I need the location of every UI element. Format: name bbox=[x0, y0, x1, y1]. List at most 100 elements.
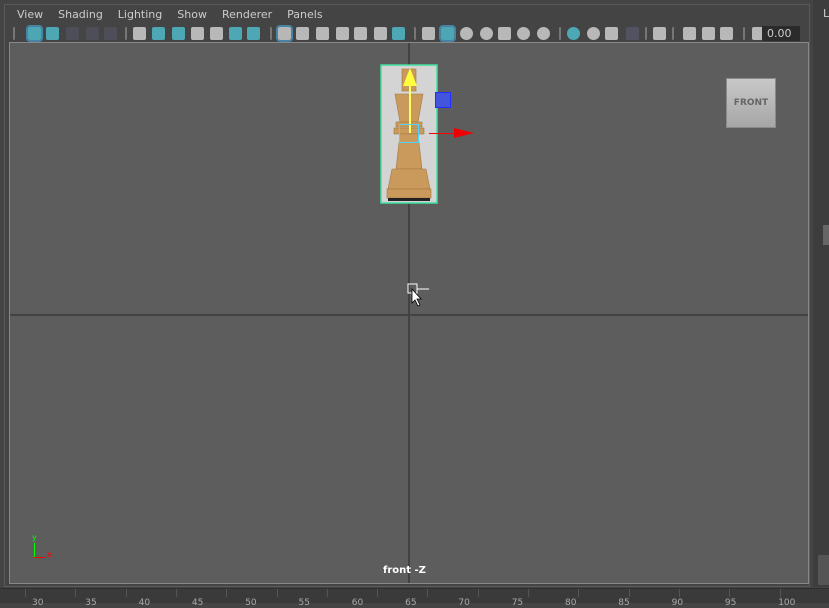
right-panel: L bbox=[813, 0, 829, 587]
anti-aliasing-icon[interactable] bbox=[605, 27, 618, 40]
ruler-label: 50 bbox=[245, 598, 257, 608]
paint-icon[interactable] bbox=[247, 27, 260, 40]
viewport-front[interactable]: FRONT y x front -Z bbox=[9, 42, 809, 584]
grease-pencil-icon[interactable] bbox=[210, 27, 223, 40]
ruler-label: 70 bbox=[458, 598, 470, 608]
xray-active-icon[interactable] bbox=[702, 27, 715, 40]
bookmark-icon[interactable] bbox=[191, 27, 204, 40]
menu-renderer[interactable]: Renderer bbox=[222, 8, 272, 21]
bookmarks-icon[interactable] bbox=[66, 27, 79, 40]
toolbar-separator bbox=[270, 27, 272, 40]
panel-menu-bar: View Shading Lighting Show Renderer Pane… bbox=[17, 8, 338, 21]
ruler-label: 75 bbox=[511, 598, 524, 608]
ruler-label: 40 bbox=[138, 598, 151, 608]
ruler-tick bbox=[125, 589, 127, 597]
ruler-tick bbox=[226, 589, 228, 597]
scrollbar[interactable] bbox=[823, 225, 829, 245]
ruler-tick bbox=[578, 589, 580, 597]
menu-shading[interactable]: Shading bbox=[58, 8, 103, 21]
panel-toolbar bbox=[8, 25, 810, 42]
mouse-cursor-icon bbox=[407, 283, 429, 307]
axis-gizmo: y x bbox=[30, 533, 60, 563]
shadows-icon[interactable] bbox=[537, 27, 550, 40]
select-camera-icon[interactable] bbox=[26, 25, 43, 42]
menu-panels[interactable]: Panels bbox=[287, 8, 322, 21]
scrollbar-lower[interactable] bbox=[818, 555, 829, 585]
ruler-label: 85 bbox=[618, 598, 630, 608]
use-all-lights-icon[interactable] bbox=[517, 27, 530, 40]
grid-axis-horizontal bbox=[10, 314, 808, 316]
ruler-label: 45 bbox=[191, 598, 204, 608]
smooth-shade-icon[interactable] bbox=[439, 25, 456, 42]
lock-camera-icon[interactable] bbox=[152, 27, 165, 40]
menu-show[interactable]: Show bbox=[177, 8, 207, 21]
screen-space-ao-icon[interactable] bbox=[567, 27, 580, 40]
film-gate-icon[interactable] bbox=[296, 27, 309, 40]
ruler-tick bbox=[75, 589, 77, 597]
zoom-pan-icon[interactable] bbox=[229, 27, 242, 40]
safe-action-icon[interactable] bbox=[374, 27, 387, 40]
ruler-label: 60 bbox=[351, 598, 364, 608]
manipulator-y-arrow-icon[interactable] bbox=[403, 68, 417, 86]
menu-view[interactable]: View bbox=[17, 8, 43, 21]
toolbar-separator bbox=[559, 27, 561, 40]
ruler-tick bbox=[326, 589, 328, 597]
ruler-tick bbox=[25, 589, 26, 597]
ruler-label: 30 bbox=[32, 598, 44, 608]
ruler-label: 80 bbox=[565, 598, 577, 608]
ruler-tick bbox=[175, 589, 177, 597]
image-plane-icon[interactable] bbox=[86, 27, 99, 40]
toolbar-separator bbox=[743, 27, 745, 40]
ruler-tick bbox=[779, 589, 781, 597]
ruler-tick bbox=[427, 589, 429, 597]
camera-icon[interactable] bbox=[133, 27, 146, 40]
ruler-tick bbox=[729, 589, 731, 597]
toolbar-separator bbox=[645, 27, 647, 40]
default-material-icon[interactable] bbox=[460, 27, 473, 40]
ruler-label: 90 bbox=[671, 598, 684, 608]
ruler-tick bbox=[528, 589, 529, 597]
manipulator-center[interactable] bbox=[399, 124, 419, 143]
ruler-tick bbox=[628, 589, 630, 597]
depth-of-field-icon[interactable] bbox=[626, 27, 639, 40]
toolbar-separator bbox=[13, 27, 15, 40]
safe-title-icon[interactable] bbox=[392, 27, 405, 40]
xray-icon[interactable] bbox=[683, 27, 696, 40]
ruler-label: 65 bbox=[405, 598, 417, 608]
toolbar-separator bbox=[414, 27, 416, 40]
menu-lighting[interactable]: Lighting bbox=[118, 8, 162, 21]
field-chart-icon[interactable] bbox=[354, 27, 367, 40]
camera-label: front -Z bbox=[383, 565, 426, 576]
xray-joints-icon[interactable] bbox=[720, 27, 733, 40]
resolution-gate-icon[interactable] bbox=[316, 27, 329, 40]
manipulator-plane-handle[interactable] bbox=[435, 92, 451, 108]
gate-mask-icon[interactable] bbox=[336, 27, 349, 40]
right-panel-label: L bbox=[823, 7, 829, 20]
axis-y-label: y bbox=[32, 533, 37, 542]
ruler-tick bbox=[678, 589, 680, 597]
manipulator-x-axis[interactable] bbox=[429, 133, 454, 134]
isolate-select-icon[interactable] bbox=[653, 27, 666, 40]
ruler-label: 100 bbox=[778, 598, 796, 608]
camera-attributes-icon[interactable] bbox=[46, 27, 59, 40]
ruler-label: 95 bbox=[724, 598, 737, 608]
2d-pan-icon[interactable] bbox=[104, 27, 117, 40]
motion-blur-icon[interactable] bbox=[587, 27, 600, 40]
time-slider-ruler[interactable]: 30 35 40 45 50 55 60 65 70 75 80 85 90 95 100 bbox=[0, 588, 829, 608]
cube-view-icon[interactable]: FRONT bbox=[726, 78, 776, 128]
toolbar-separator bbox=[672, 27, 674, 40]
exposure-field[interactable]: 0.00 bbox=[762, 26, 800, 41]
toolbar-separator bbox=[125, 27, 127, 40]
ruler-label: 35 bbox=[85, 598, 97, 608]
textured-icon[interactable] bbox=[498, 27, 511, 40]
wireframe-on-shaded-icon[interactable] bbox=[480, 27, 493, 40]
axis-x-label: x bbox=[47, 550, 52, 559]
ruler-label: 55 bbox=[298, 598, 310, 608]
wireframe-icon[interactable] bbox=[422, 27, 435, 40]
ruler-tick bbox=[377, 589, 379, 597]
camera-sets-icon[interactable] bbox=[172, 27, 185, 40]
manipulator-x-arrow-icon[interactable] bbox=[454, 128, 474, 138]
ruler-tick bbox=[276, 589, 278, 597]
grid-icon[interactable] bbox=[276, 25, 293, 42]
ruler-tick bbox=[477, 589, 479, 597]
